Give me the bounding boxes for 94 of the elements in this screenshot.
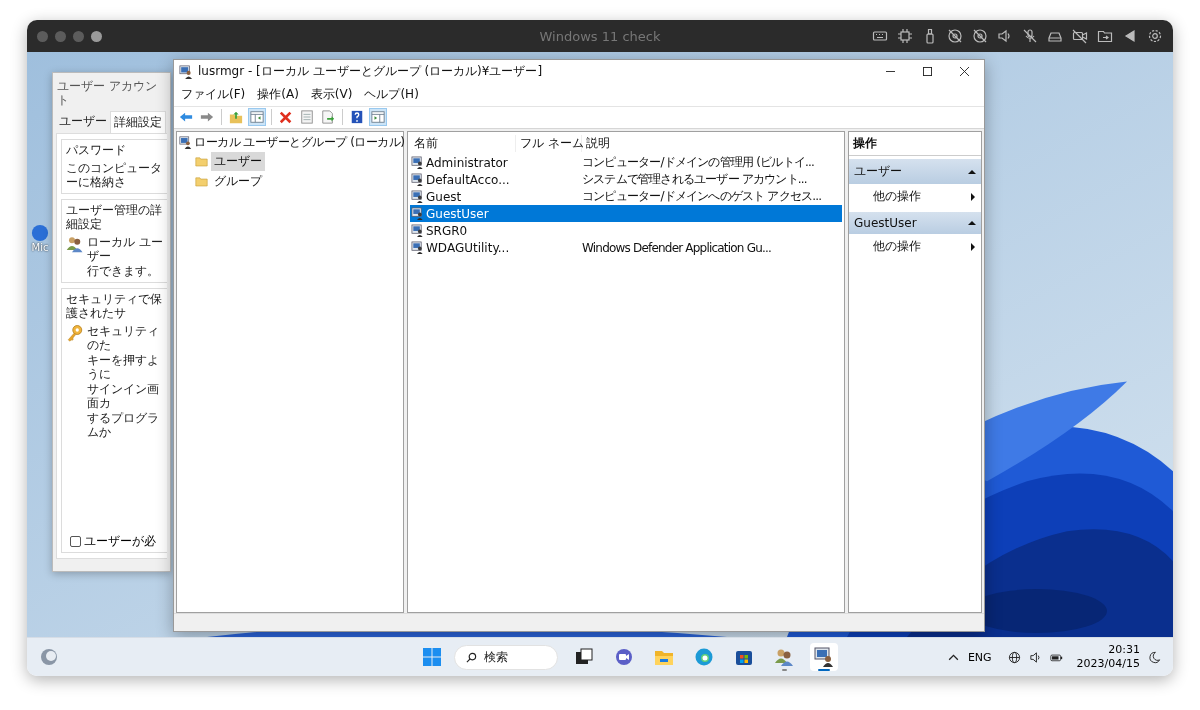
- window-control-dot[interactable]: [55, 30, 66, 42]
- window-control-dot[interactable]: [37, 30, 48, 42]
- user-icon: [411, 173, 424, 186]
- tree-item[interactable]: ユーザー: [211, 152, 265, 171]
- browser-icon: [694, 647, 714, 667]
- description-text: セキュリティのた: [87, 324, 160, 352]
- description-text: ローカル ユーザー: [87, 235, 164, 263]
- search-icon: [466, 651, 477, 663]
- clock[interactable]: 20:31 2023/04/15: [1076, 643, 1140, 671]
- checkbox[interactable]: ユーザーが必: [70, 534, 165, 548]
- user-name[interactable]: Guest: [426, 189, 462, 204]
- start-icon[interactable]: [422, 647, 442, 667]
- date-text: 2023/04/15: [1076, 657, 1140, 671]
- weather-icon[interactable]: [39, 647, 59, 667]
- section-header[interactable]: ユーザー: [849, 159, 981, 184]
- table-cell-text: コンピューター/ドメインの管理用 (ビルトイ...: [582, 154, 815, 171]
- checkbox-label: ユーザーが必: [84, 534, 156, 548]
- user-icon: [411, 241, 424, 254]
- computer-users-icon: [814, 647, 834, 667]
- user-name[interactable]: WDAGUtility...: [426, 240, 510, 255]
- pane-title: 操作: [849, 132, 981, 156]
- window-control-dot[interactable]: [73, 30, 84, 42]
- tree-item[interactable]: グループ: [211, 172, 265, 191]
- submenu-arrow-icon: [971, 192, 975, 201]
- task-view-icon: [574, 647, 594, 667]
- moon-icon[interactable]: [1148, 650, 1161, 664]
- checkbox-square[interactable]: [70, 536, 81, 547]
- user-icon: [411, 190, 424, 203]
- settings-icon[interactable]: [1147, 28, 1163, 44]
- window-title: ユーザー アカウント: [56, 78, 158, 109]
- user-name[interactable]: GuestUser: [426, 206, 489, 221]
- tab[interactable]: 詳細設定: [110, 111, 166, 133]
- description-text: 行できます。: [87, 264, 160, 278]
- column-header[interactable]: 名前: [410, 135, 516, 152]
- keyboard-icon[interactable]: [872, 28, 888, 44]
- chip-icon[interactable]: [897, 28, 913, 44]
- toolbar-button[interactable]: [369, 108, 387, 126]
- toolbar-button[interactable]: [248, 108, 266, 126]
- user-icon: [411, 224, 424, 237]
- menu-item[interactable]: ファイル(F): [181, 86, 246, 103]
- camera-off-icon[interactable]: [1072, 28, 1088, 44]
- language-indicator[interactable]: ENG: [967, 650, 992, 664]
- table-cell-text: Windows Defender Application Gu...: [582, 240, 772, 255]
- column-header[interactable]: フル ネーム: [516, 135, 582, 152]
- description-text: キーを押すように: [87, 353, 160, 381]
- group-title: パスワード: [66, 143, 127, 157]
- collapse-icon[interactable]: [968, 169, 976, 174]
- action-item[interactable]: 他の操作: [849, 234, 981, 259]
- group-title: セキュリティで保護されたサ: [66, 292, 163, 320]
- close-icon[interactable]: [960, 67, 969, 76]
- action-item[interactable]: 他の操作: [849, 184, 981, 209]
- maximize-icon[interactable]: [923, 67, 932, 76]
- tab[interactable]: ユーザー: [56, 111, 110, 133]
- taskbar-app[interactable]: [810, 643, 838, 671]
- folder-icon: [195, 176, 208, 187]
- folder-share-icon[interactable]: [1097, 28, 1113, 44]
- user-icon: [411, 156, 424, 169]
- table-cell-text: システムで管理されるユーザー アカウント...: [582, 171, 808, 188]
- microphone-off-icon[interactable]: [1022, 28, 1038, 44]
- computer-users-icon: [179, 136, 192, 149]
- window-title: Windows 11 check: [538, 28, 662, 44]
- speaker-icon[interactable]: [997, 28, 1013, 44]
- toolbar-button[interactable]: [319, 108, 337, 126]
- speaker-icon[interactable]: [1028, 650, 1042, 664]
- description-text: するプログラムか: [87, 411, 160, 439]
- folder-icon: [195, 156, 208, 167]
- window-control-dot[interactable]: [91, 30, 102, 42]
- user-name[interactable]: DefaultAcco...: [426, 172, 510, 187]
- description-text: サインイン画面カ: [87, 382, 160, 410]
- key-icon: [66, 324, 84, 342]
- video-chat-icon: [614, 647, 634, 667]
- description-text: このコンピューターに格納さ: [66, 161, 163, 189]
- menu-item[interactable]: 操作(A): [257, 86, 299, 103]
- section-header[interactable]: GuestUser: [849, 212, 981, 234]
- user-name[interactable]: Administrator: [426, 155, 508, 170]
- time-text: 20:31: [1108, 643, 1140, 657]
- search-field[interactable]: 検索: [454, 644, 558, 670]
- globe-icon[interactable]: [1007, 650, 1021, 664]
- submenu-arrow-icon: [971, 242, 975, 251]
- users-icon: [774, 647, 794, 667]
- disc-off-icon[interactable]: [947, 28, 963, 44]
- user-icon: [411, 207, 424, 220]
- group-title: ユーザー管理の詳細設定: [66, 203, 163, 231]
- table-cell-text: コンピューター/ドメインへのゲスト アクセス...: [582, 188, 823, 205]
- computer-users-icon: [179, 64, 193, 79]
- column-header[interactable]: 説明: [582, 135, 842, 152]
- users-icon: [66, 235, 84, 253]
- desktop-icon-label: Mic: [31, 242, 49, 253]
- collapse-icon[interactable]: [968, 221, 976, 225]
- disc-off-icon[interactable]: [972, 28, 988, 44]
- menu-item[interactable]: 表示(V): [310, 86, 353, 103]
- menu-item[interactable]: ヘルプ(H): [364, 86, 419, 103]
- user-name[interactable]: SRGR0: [426, 223, 468, 238]
- window-title: lusrmgr - [ローカル ユーザーとグループ (ローカル)¥ユーザー]: [198, 63, 543, 80]
